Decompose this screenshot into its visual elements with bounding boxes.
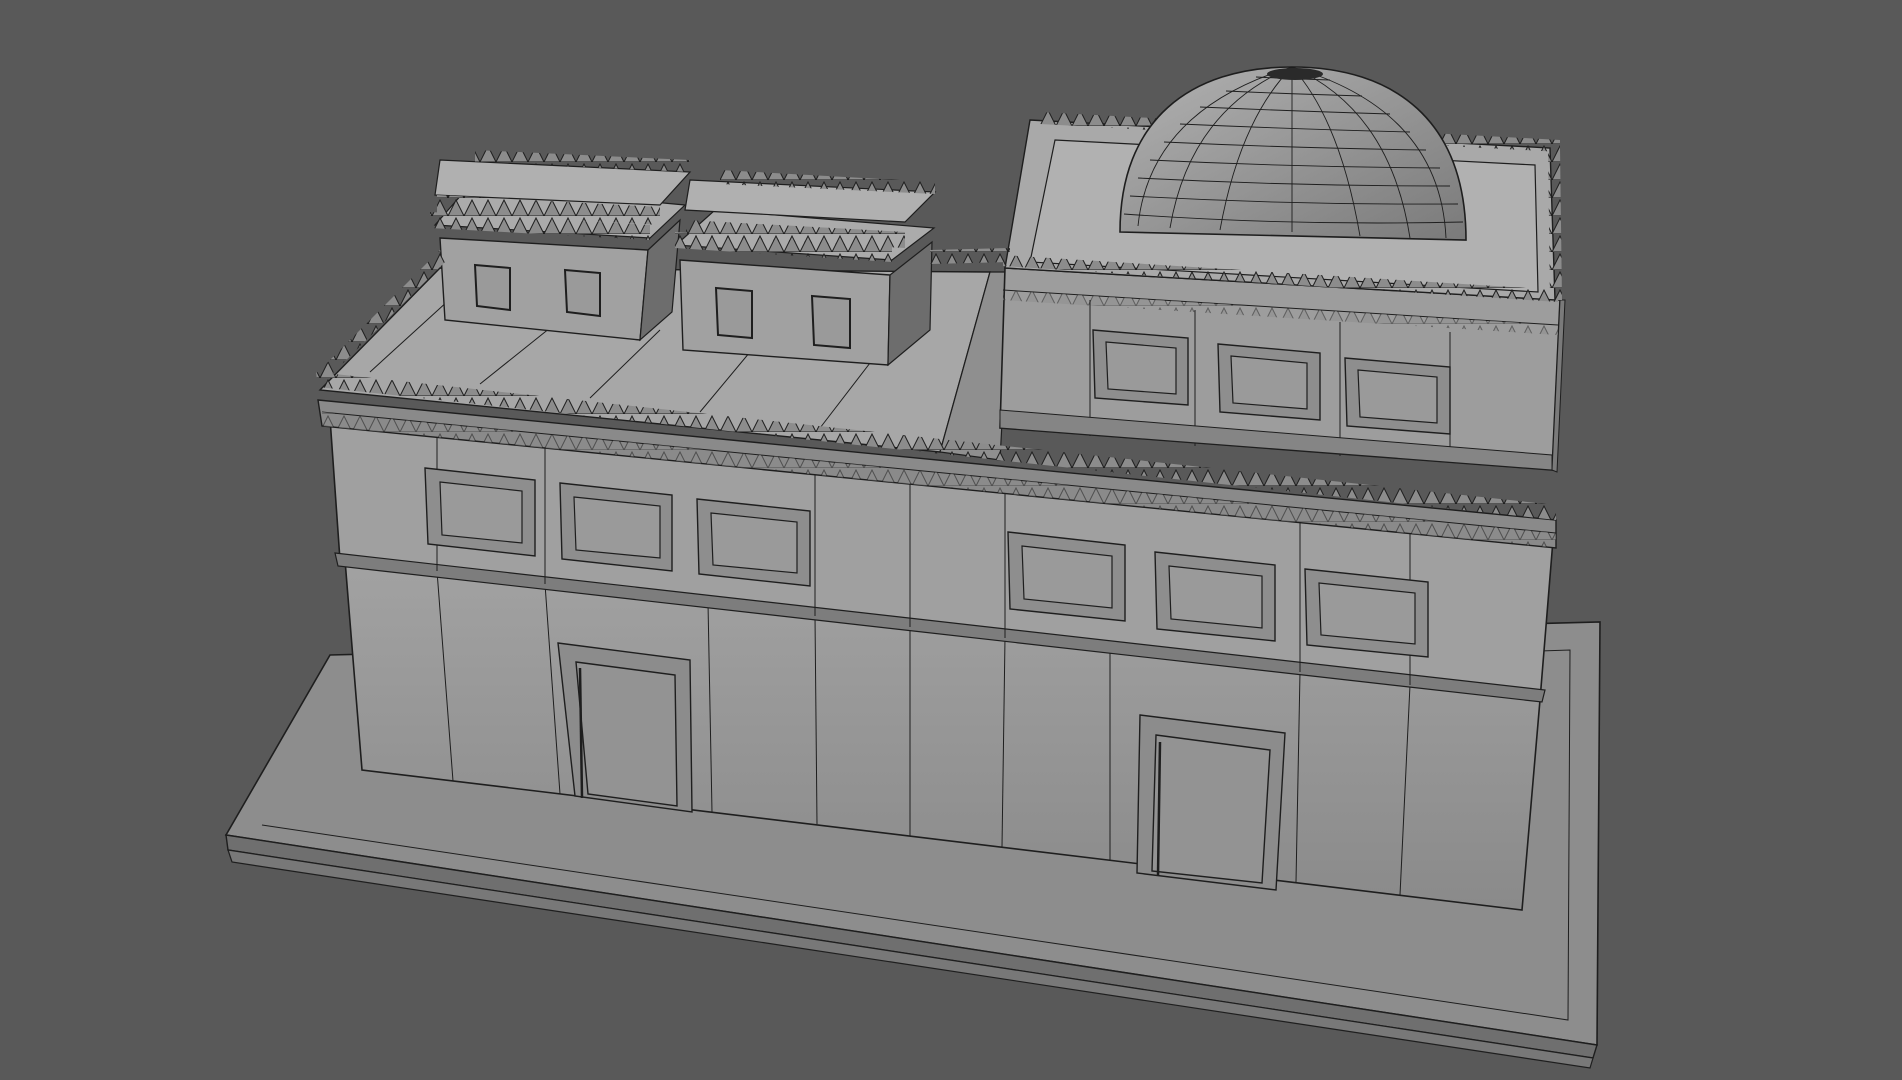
- dome: [1119, 66, 1467, 241]
- door-left: [557, 642, 693, 813]
- tower-window: [1217, 343, 1321, 421]
- window: [424, 467, 536, 557]
- scene-canvas[interactable]: [0, 0, 1902, 1080]
- window: [559, 482, 673, 572]
- door-right: [1136, 714, 1286, 891]
- tower-window: [1092, 329, 1189, 406]
- rooftop-pavilion-right: [674, 170, 937, 367]
- rooftop-pavilion-left: [430, 150, 692, 342]
- 3d-viewport[interactable]: [0, 0, 1902, 1080]
- tower-block: [999, 267, 1566, 473]
- window: [1154, 551, 1276, 642]
- window: [696, 498, 811, 587]
- tower-window: [1344, 357, 1451, 435]
- window: [1007, 531, 1126, 622]
- window: [1304, 568, 1429, 658]
